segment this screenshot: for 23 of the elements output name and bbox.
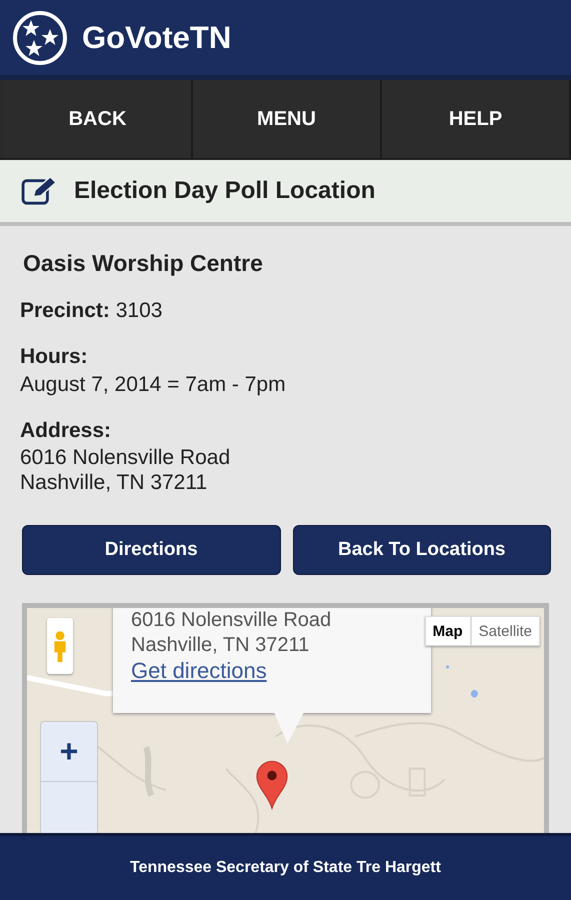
action-button[interactable]: Back To Locations bbox=[292, 525, 551, 575]
action-button[interactable]: Directions bbox=[22, 525, 280, 575]
map-type-button[interactable]: Satellite bbox=[470, 616, 540, 646]
popup-address-line: Nashville, TN 37211 bbox=[131, 633, 310, 658]
zoom-in-button[interactable]: + bbox=[41, 722, 97, 782]
edit-icon bbox=[20, 176, 58, 206]
hours-text: August 7, 2014 = 7am - 7pm bbox=[20, 372, 287, 398]
pegman-control[interactable] bbox=[47, 618, 73, 674]
page-title: Election Day Poll Location bbox=[74, 177, 376, 205]
location-name: Oasis Worship Centre bbox=[23, 250, 264, 277]
popup-address-line: 6016 Nolensville Road bbox=[131, 608, 332, 633]
address-label: Address: bbox=[20, 418, 112, 444]
footer-text: Tennessee Secretary of State Tre Hargett bbox=[130, 859, 441, 877]
app-title: GoVoteTN bbox=[82, 20, 232, 56]
address-line: Nashville, TN 37211 bbox=[20, 470, 208, 495]
map-type-button[interactable]: Map bbox=[424, 616, 471, 646]
three-stars-logo-icon bbox=[12, 10, 68, 66]
address-line: 6016 Nolensville Road bbox=[20, 445, 232, 470]
hours-label: Hours: bbox=[20, 344, 89, 370]
person-icon bbox=[52, 628, 68, 664]
map-pin-icon bbox=[255, 758, 289, 810]
get-directions-link[interactable]: Get directions bbox=[131, 658, 267, 683]
precinct-text: Precinct: 3103 bbox=[20, 299, 164, 323]
